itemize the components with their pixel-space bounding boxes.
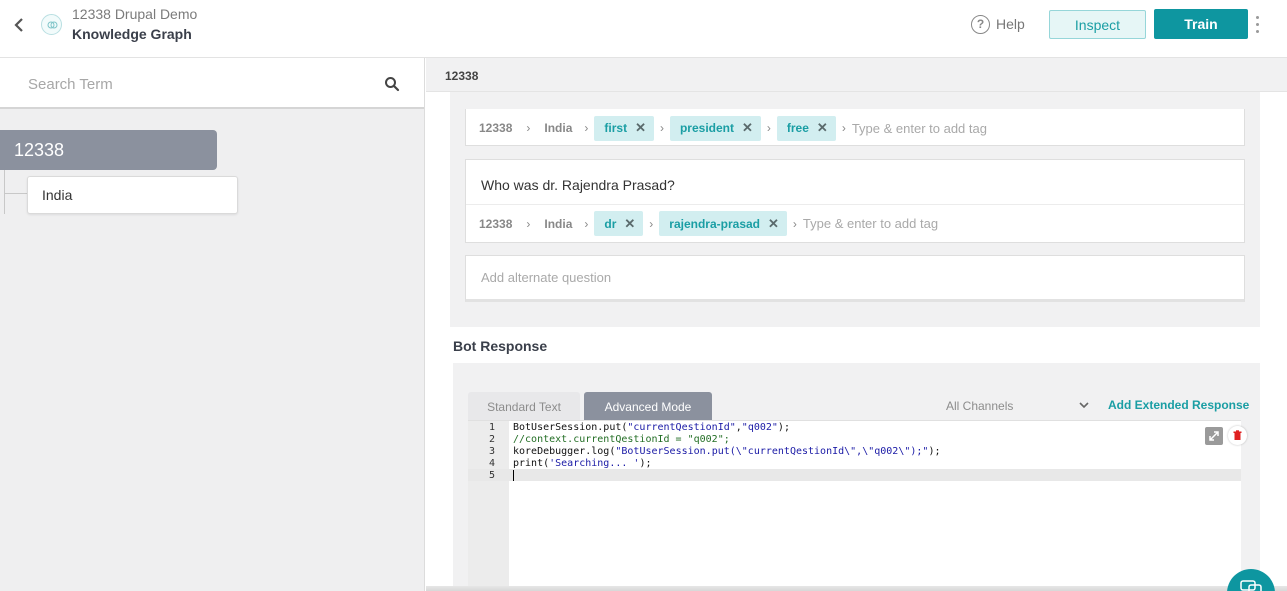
train-button[interactable]: Train (1154, 9, 1248, 39)
tree-node-india[interactable]: India (27, 176, 238, 214)
tag-chip-label: president (679, 121, 734, 135)
line-number: 3 (488, 446, 495, 457)
questions-list: 12338 › India › first ✕ › president ✕ › fr… (450, 92, 1260, 327)
search-icon[interactable] (384, 76, 400, 92)
ontology-panel: 12338 India (0, 58, 425, 591)
tag-chip-label: rajendra-prasad (669, 216, 760, 231)
alternate-question-input[interactable] (481, 270, 1181, 285)
tag-chip[interactable]: rajendra-prasad ✕ (659, 211, 787, 236)
chevron-right-icon: › (841, 121, 846, 135)
tag-chip[interactable]: first ✕ (594, 115, 654, 141)
help-label: Help (996, 16, 1025, 32)
code-line: print('Searching... '); (513, 458, 652, 469)
bot-response-editor-area: Standard Text Advanced Mode All Channels… (453, 363, 1260, 591)
close-icon[interactable]: ✕ (624, 216, 635, 232)
app-header: 12338 Drupal Demo Knowledge Graph ? Help… (0, 0, 1287, 58)
breadcrumb-text: 12338 (445, 69, 479, 83)
line-number: 4 (488, 458, 495, 469)
search-bar (0, 58, 424, 109)
path-tag: 12338 (479, 121, 513, 135)
bot-logo-icon (41, 14, 62, 35)
line-number: 1 (488, 422, 495, 433)
tag-chip[interactable]: president ✕ (669, 115, 761, 141)
channels-dropdown[interactable]: All Channels (946, 399, 1092, 413)
help-link[interactable]: ? Help (971, 13, 1025, 35)
tag-chip-label: dr (604, 216, 617, 231)
chevron-right-icon: › (526, 216, 531, 231)
chevron-right-icon: › (649, 216, 654, 231)
trash-icon[interactable] (1228, 426, 1247, 445)
chat-icon[interactable] (1227, 569, 1275, 591)
chevron-right-icon: › (792, 216, 797, 231)
path-tag: 12338 (479, 216, 513, 231)
path-tag: India (544, 216, 573, 231)
tag-chip[interactable]: dr ✕ (594, 211, 644, 236)
bot-name: 12338 Drupal Demo (72, 6, 198, 22)
close-icon[interactable]: ✕ (817, 120, 828, 136)
back-chevron-icon[interactable] (10, 14, 28, 36)
line-number: 5 (488, 470, 495, 481)
close-icon[interactable]: ✕ (742, 120, 753, 136)
tag-input[interactable] (851, 120, 1052, 136)
path-tag: India (544, 121, 573, 135)
search-input[interactable] (28, 72, 348, 96)
alternate-question-card (465, 255, 1245, 302)
chevron-right-icon: › (584, 216, 589, 231)
tag-row: 12338 › India › first ✕ › president ✕ › fr… (466, 109, 1244, 147)
code-line: BotUserSession.put("currentQestionId","q… (513, 422, 790, 433)
chevron-right-icon: › (584, 121, 589, 135)
text-cursor (513, 470, 514, 481)
code-editor[interactable]: 1 2 3 4 5 BotUserSession.put("currentQes… (468, 420, 1247, 591)
tree-node-root[interactable]: 12338 (0, 130, 217, 170)
chevron-right-icon: › (659, 121, 664, 135)
bot-response-heading: Bot Response (453, 338, 548, 354)
page-title: Knowledge Graph (72, 26, 192, 42)
help-icon: ? (971, 14, 990, 34)
tag-chip-label: free (786, 121, 809, 135)
code-line: koreDebugger.log("BotUserSession.put(\"c… (513, 446, 941, 457)
tag-row: 12338 › India › dr ✕ › rajendra-prasad ✕ › (466, 204, 1244, 242)
code-line: //context.currentQestionId = "q002"; (513, 434, 730, 445)
tree-connector (4, 193, 27, 194)
tab-standard-text[interactable]: Standard Text (468, 392, 580, 421)
tag-chip[interactable]: free ✕ (776, 115, 836, 141)
footer-edge (426, 586, 1287, 591)
question-card: 12338 › India › first ✕ › president ✕ › fr… (465, 109, 1245, 146)
add-extended-response-link[interactable]: Add Extended Response (1108, 398, 1249, 412)
question-card: Who was dr. Rajendra Prasad? 12338 › Ind… (465, 159, 1245, 243)
question-text[interactable]: Who was dr. Rajendra Prasad? (481, 177, 675, 193)
node-breadcrumb: 12338 (426, 58, 1287, 92)
chevron-right-icon: › (766, 121, 771, 135)
chevron-right-icon: › (526, 121, 531, 135)
tree-connector (4, 170, 5, 214)
node-detail-panel: 12338 12338 › India › first ✕ › president… (426, 58, 1287, 591)
close-icon[interactable]: ✕ (635, 120, 646, 136)
tag-chip-label: first (604, 121, 628, 135)
tag-input[interactable] (802, 216, 1003, 231)
kebab-menu-icon[interactable] (1255, 16, 1261, 33)
inspect-button[interactable]: Inspect (1049, 10, 1146, 39)
chevron-down-icon[interactable] (1078, 400, 1090, 410)
close-icon[interactable]: ✕ (768, 216, 779, 232)
active-line-highlight (468, 469, 1241, 481)
expand-icon[interactable] (1205, 427, 1223, 445)
line-number: 2 (488, 434, 495, 445)
tab-advanced-mode[interactable]: Advanced Mode (584, 392, 712, 421)
